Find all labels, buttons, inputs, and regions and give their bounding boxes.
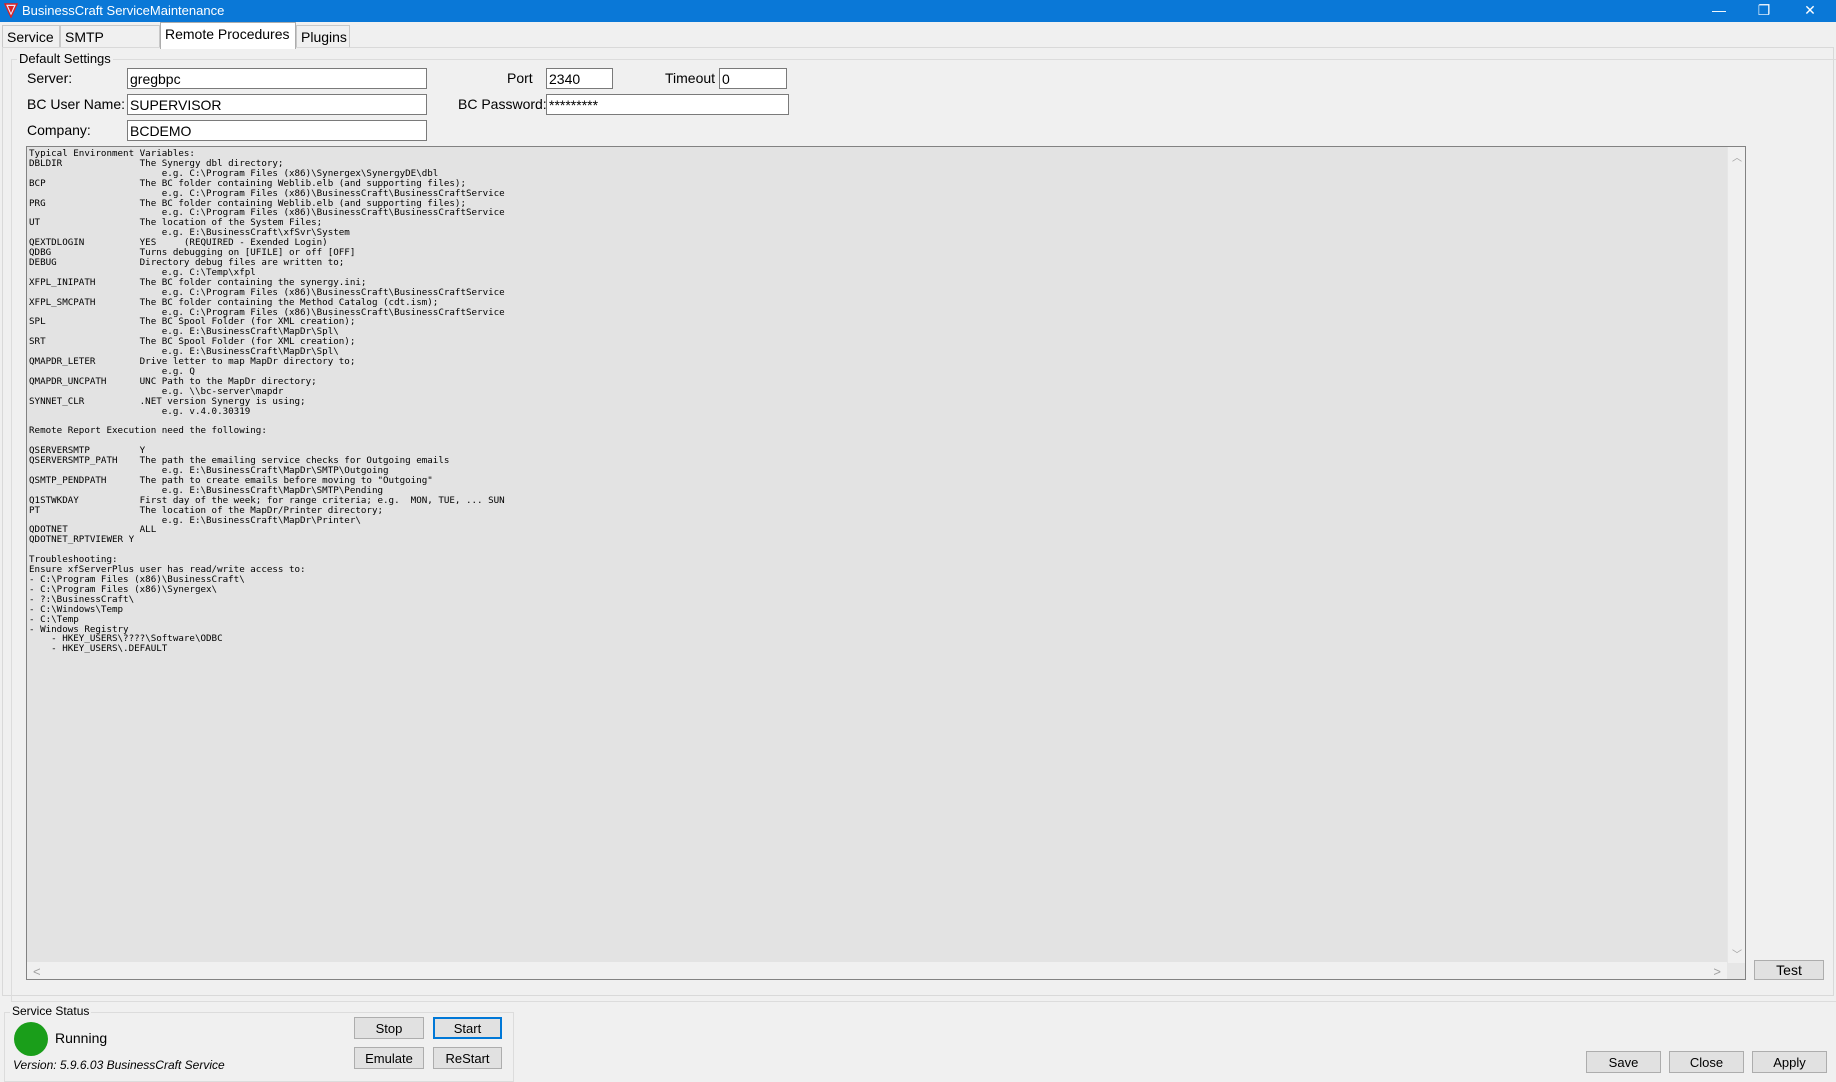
default-settings-legend: Default Settings — [17, 51, 113, 66]
close-window-button[interactable]: ✕ — [1788, 0, 1832, 22]
bc-password-input[interactable] — [546, 94, 789, 115]
port-label: Port — [507, 70, 533, 86]
maximize-button[interactable]: ❐ — [1742, 0, 1786, 22]
tab-remote-procedures[interactable]: Remote Procedures — [160, 22, 296, 49]
bc-password-label: BC Password: — [458, 96, 547, 112]
start-button[interactable]: Start — [433, 1017, 502, 1039]
service-state-text: Running — [55, 1030, 108, 1046]
window-title: BusinessCraft ServiceMaintenance — [22, 3, 225, 18]
service-status-legend: Service Status — [10, 1004, 92, 1018]
environment-notes-text[interactable]: Typical Environment Variables: DBLDIR Th… — [27, 147, 1727, 963]
tab-service[interactable]: Service — [2, 25, 60, 47]
apply-button[interactable]: Apply — [1752, 1051, 1827, 1073]
timeout-label: Timeout — [665, 70, 716, 86]
bc-user-name-label: BC User Name: — [27, 96, 126, 112]
minimize-button[interactable]: — — [1697, 0, 1741, 22]
server-input[interactable] — [127, 68, 427, 89]
stop-button[interactable]: Stop — [354, 1017, 424, 1039]
version-text: Version: 5.9.6.03 BusinessCraft Service — [13, 1058, 225, 1072]
notes-horizontal-scrollbar[interactable]: < > — [27, 962, 1727, 979]
environment-notes-textarea[interactable]: Typical Environment Variables: DBLDIR Th… — [26, 146, 1746, 980]
scroll-down-icon[interactable]: ﹀ — [1732, 946, 1742, 961]
port-input[interactable] — [546, 68, 613, 89]
company-label: Company: — [27, 122, 91, 138]
bc-user-name-input[interactable] — [127, 94, 427, 115]
save-button[interactable]: Save — [1586, 1051, 1661, 1073]
restart-button[interactable]: ReStart — [433, 1047, 502, 1069]
status-indicator-icon — [14, 1022, 48, 1056]
close-button[interactable]: Close — [1669, 1051, 1744, 1073]
scroll-up-icon[interactable]: ︿ — [1732, 149, 1742, 164]
notes-vertical-scrollbar[interactable]: ︿ ﹀ — [1728, 147, 1745, 963]
title-bar: BusinessCraft ServiceMaintenance — ❐ ✕ — [0, 0, 1836, 22]
timeout-input[interactable] — [719, 68, 787, 89]
scroll-right-icon[interactable]: > — [1713, 964, 1721, 979]
server-label: Server: — [27, 70, 73, 86]
tab-plugins[interactable]: Plugins — [296, 25, 350, 47]
tab-smtp-logging[interactable]: SMTP Logging — [60, 25, 160, 67]
emulate-button[interactable]: Emulate — [354, 1047, 424, 1069]
test-button[interactable]: Test — [1754, 960, 1824, 980]
company-input[interactable] — [127, 120, 427, 141]
scroll-left-icon[interactable]: < — [33, 964, 41, 979]
app-logo-icon — [4, 3, 18, 18]
